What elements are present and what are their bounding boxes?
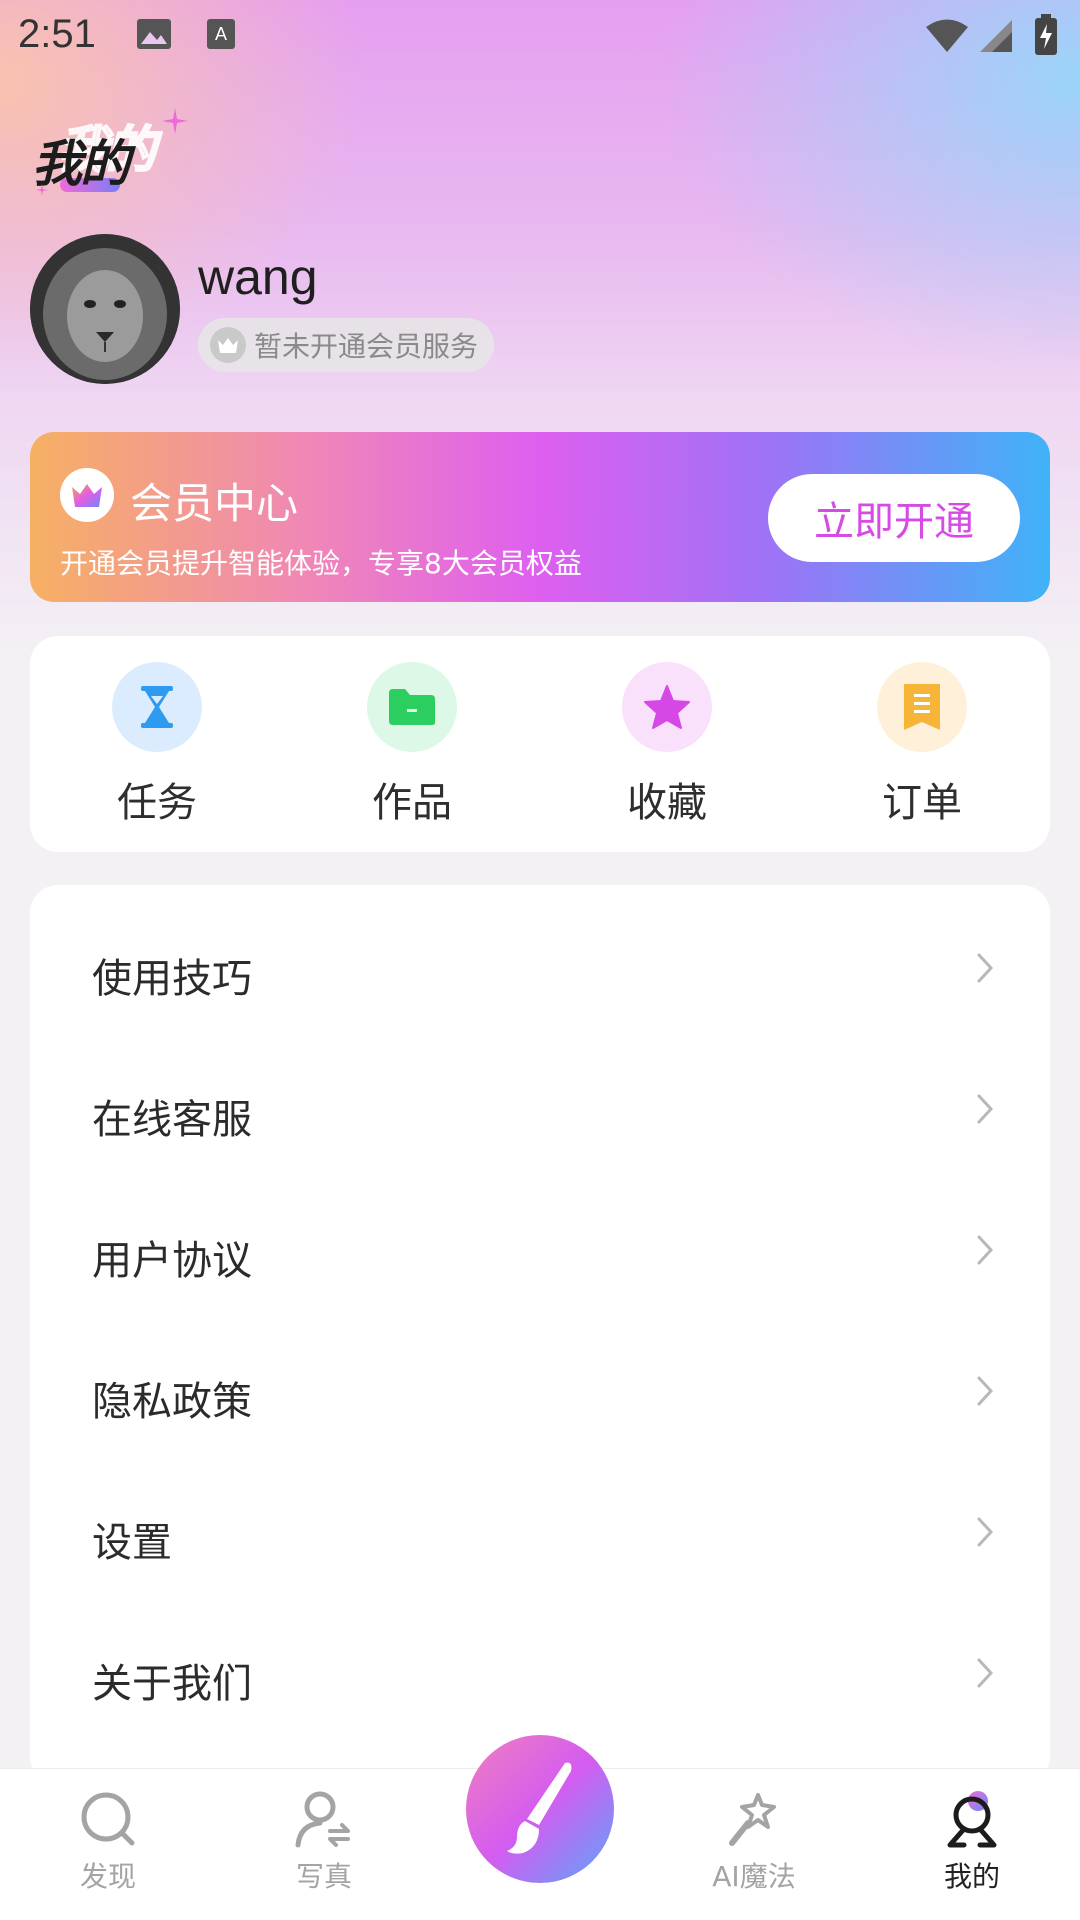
page-title: 我的 我的	[28, 108, 198, 198]
quick-item-works[interactable]: 作品	[332, 662, 492, 832]
search-icon	[81, 1792, 135, 1846]
status-time: 2:51	[18, 12, 96, 56]
hourglass-icon	[112, 662, 202, 752]
receipt-icon	[877, 662, 967, 752]
menu-item-settings[interactable]: 设置	[30, 1464, 1050, 1604]
chevron-right-icon	[977, 1517, 994, 1547]
menu-item-label: 用户协议	[92, 1238, 252, 1284]
quick-item-label: 收藏	[627, 780, 707, 826]
chevron-right-icon	[977, 1658, 994, 1688]
status-bar: 2:51 A	[0, 0, 1080, 74]
sparkle-icon	[162, 108, 188, 134]
nav-portrait[interactable]: 写真	[254, 1789, 394, 1895]
quick-item-favorites[interactable]: 收藏	[587, 662, 747, 832]
menu-item-user-agreement[interactable]: 用户协议	[30, 1182, 1050, 1322]
menu-item-label: 设置	[92, 1520, 172, 1566]
crown-icon	[210, 327, 246, 363]
username: wang	[198, 249, 318, 305]
quick-item-label: 作品	[372, 780, 452, 826]
lion-avatar-image	[30, 234, 180, 384]
chevron-right-icon	[977, 953, 994, 983]
member-center-title: 会员中心	[130, 479, 299, 528]
chevron-right-icon	[977, 1376, 994, 1406]
nav-label: 我的	[943, 1860, 1000, 1893]
menu-item-label: 使用技巧	[92, 956, 252, 1002]
nav-label: 发现	[79, 1860, 136, 1893]
menu-item-label: 在线客服	[92, 1097, 252, 1143]
nav-ai-magic[interactable]: AI魔法	[684, 1789, 824, 1895]
open-membership-button[interactable]: 立即开通	[768, 474, 1020, 562]
svg-text:A: A	[215, 24, 227, 44]
battery-icon	[1035, 14, 1057, 55]
quick-actions-panel: 任务 作品 收藏 订单	[30, 636, 1050, 852]
person-icon	[295, 1791, 350, 1848]
member-center-subtitle: 开通会员提升智能体验，专享8大会员权益	[60, 547, 582, 580]
image-notification-icon	[137, 19, 171, 49]
vip-crown-icon	[60, 468, 114, 522]
nav-label: 写真	[295, 1860, 352, 1893]
avatar[interactable]	[30, 234, 180, 384]
star-icon	[622, 662, 712, 752]
quick-item-label: 任务	[117, 780, 197, 826]
menu-item-customer-service[interactable]: 在线客服	[30, 1041, 1050, 1181]
folder-icon	[367, 662, 457, 752]
vip-status-badge[interactable]: 暂未开通会员服务	[198, 318, 495, 372]
menu-item-about-us[interactable]: 关于我们	[30, 1605, 1050, 1745]
nav-discover[interactable]: 发现	[38, 1789, 178, 1895]
create-brush-button[interactable]	[466, 1735, 614, 1883]
menu-item-privacy-policy[interactable]: 隐私政策	[30, 1323, 1050, 1463]
nav-mine[interactable]: 我的	[902, 1789, 1042, 1895]
settings-menu: 使用技巧 在线客服 用户协议 隐私政策 设置 关于我们	[30, 885, 1050, 1785]
wifi-icon	[926, 19, 968, 52]
member-center-card[interactable]: 会员中心 开通会员提升智能体验，专享8大会员权益 立即开通	[30, 432, 1050, 602]
quick-item-tasks[interactable]: 任务	[77, 662, 237, 832]
chevron-right-icon	[977, 1235, 994, 1265]
profile-icon	[947, 1791, 997, 1848]
brush-icon	[507, 1762, 572, 1854]
sparkle-small-icon	[36, 184, 48, 196]
nav-label: AI魔法	[712, 1860, 796, 1893]
menu-item-label: 关于我们	[92, 1661, 252, 1707]
text-notification-icon: A	[207, 19, 235, 49]
magic-wand-icon	[729, 1793, 776, 1846]
signal-icon	[980, 20, 1012, 52]
menu-item-label: 隐私政策	[92, 1379, 252, 1425]
menu-item-tips[interactable]: 使用技巧	[30, 900, 1050, 1040]
vip-status-text: 暂未开通会员服务	[254, 330, 479, 363]
quick-item-label: 订单	[882, 780, 962, 826]
quick-item-orders[interactable]: 订单	[842, 662, 1002, 832]
chevron-right-icon	[977, 1094, 994, 1124]
